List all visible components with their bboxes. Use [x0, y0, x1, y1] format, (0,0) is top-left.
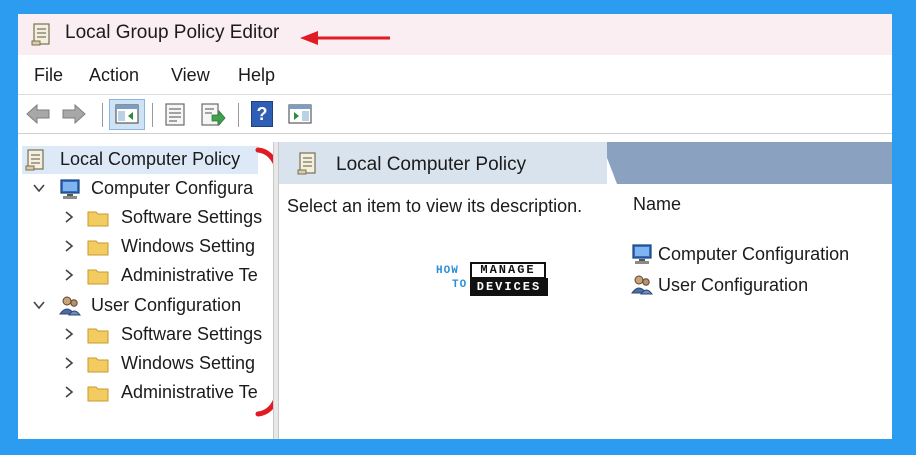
folder-icon: [87, 357, 109, 373]
users-icon: [59, 296, 82, 316]
menu-action[interactable]: Action: [89, 65, 139, 86]
column-header-name[interactable]: Name: [633, 194, 681, 215]
details-title: Local Computer Policy: [336, 154, 527, 175]
computer-icon: [60, 179, 80, 199]
export-list-icon[interactable]: [198, 101, 226, 127]
folder-icon: [87, 211, 109, 227]
watermark-how: HOW: [436, 265, 459, 277]
folder-icon: [87, 240, 109, 256]
tree-item-computer-windows-settings[interactable]: Windows Setting: [62, 233, 270, 261]
console-tree: Local Computer Policy Computer Configura…: [18, 142, 270, 439]
chevron-right-icon[interactable]: [62, 356, 76, 370]
tree-item-computer-software-settings[interactable]: Software Settings: [62, 204, 270, 232]
tree-item-computer-administrative-templates[interactable]: Administrative Te: [62, 262, 270, 290]
tree-item-local-computer-policy[interactable]: Local Computer Policy: [22, 146, 258, 174]
watermark-devices: DEVICES: [470, 278, 548, 296]
list-item-label: User Configuration: [658, 275, 809, 295]
properties-icon[interactable]: [161, 101, 189, 127]
menu-bar: File Action View Help: [18, 55, 892, 95]
chevron-right-icon[interactable]: [62, 327, 76, 341]
watermark-logo: HOW TO MANAGE DEVICES: [436, 261, 550, 299]
folder-icon: [87, 269, 109, 285]
tree-item-computer-configuration[interactable]: Computer Configura: [32, 175, 270, 203]
chevron-down-icon[interactable]: [32, 298, 46, 312]
folder-icon: [87, 386, 109, 402]
window-title: Local Group Policy Editor: [65, 22, 280, 43]
watermark-to: TO: [452, 279, 468, 291]
show-hide-console-tree-icon[interactable]: [113, 101, 141, 127]
menu-file[interactable]: File: [34, 65, 63, 86]
tree-item-label: User Configuration: [91, 295, 242, 315]
list-item-label: Computer Configuration: [658, 244, 850, 264]
details-pane: Local Computer Policy Select an item to …: [279, 142, 892, 439]
toolbar-separator: [152, 103, 153, 127]
users-icon: [631, 275, 654, 295]
help-icon[interactable]: ?: [251, 101, 273, 127]
description-text: Select an item to view its description.: [287, 196, 583, 216]
tree-item-label: Local Computer Policy: [60, 149, 241, 169]
tree-item-label: Windows Setting: [121, 236, 256, 256]
toolbar-separator: [238, 103, 239, 127]
computer-icon: [632, 244, 652, 264]
tree-item-user-windows-settings[interactable]: Windows Setting: [62, 350, 270, 378]
title-bar: Local Group Policy Editor: [18, 14, 892, 55]
toolbar: ?: [18, 96, 892, 134]
tree-item-label: Software Settings: [121, 207, 263, 227]
chevron-down-icon[interactable]: [32, 181, 46, 195]
annotation-arrow: [300, 31, 390, 45]
tree-item-label: Computer Configura: [91, 178, 254, 198]
back-arrow-icon[interactable]: [24, 101, 52, 127]
menu-help[interactable]: Help: [238, 65, 275, 86]
toolbar-separator: [102, 103, 103, 127]
app-window: Local Group Policy Editor File Action Vi…: [18, 14, 892, 439]
chevron-right-icon[interactable]: [62, 385, 76, 399]
policy-scroll-icon: [297, 152, 316, 175]
tree-item-label: Windows Setting: [121, 353, 256, 373]
chevron-right-icon[interactable]: [62, 239, 76, 253]
menu-view[interactable]: View: [171, 65, 210, 86]
chevron-right-icon[interactable]: [62, 268, 76, 282]
show-hide-action-pane-icon[interactable]: [286, 101, 314, 127]
policy-scroll-icon: [25, 149, 44, 171]
tree-item-user-configuration[interactable]: User Configuration: [32, 292, 270, 320]
tree-item-label: Administrative Te: [121, 265, 258, 285]
tree-item-user-software-settings[interactable]: Software Settings: [62, 321, 270, 349]
folder-icon: [87, 328, 109, 344]
policy-scroll-icon: [31, 23, 50, 46]
tree-item-user-administrative-templates[interactable]: Administrative Te: [62, 379, 270, 407]
forward-arrow-icon[interactable]: [60, 101, 88, 127]
watermark-manage: MANAGE: [470, 262, 546, 279]
tree-item-label: Software Settings: [121, 324, 263, 344]
chevron-right-icon[interactable]: [62, 210, 76, 224]
tree-item-label: Administrative Te: [121, 382, 258, 402]
